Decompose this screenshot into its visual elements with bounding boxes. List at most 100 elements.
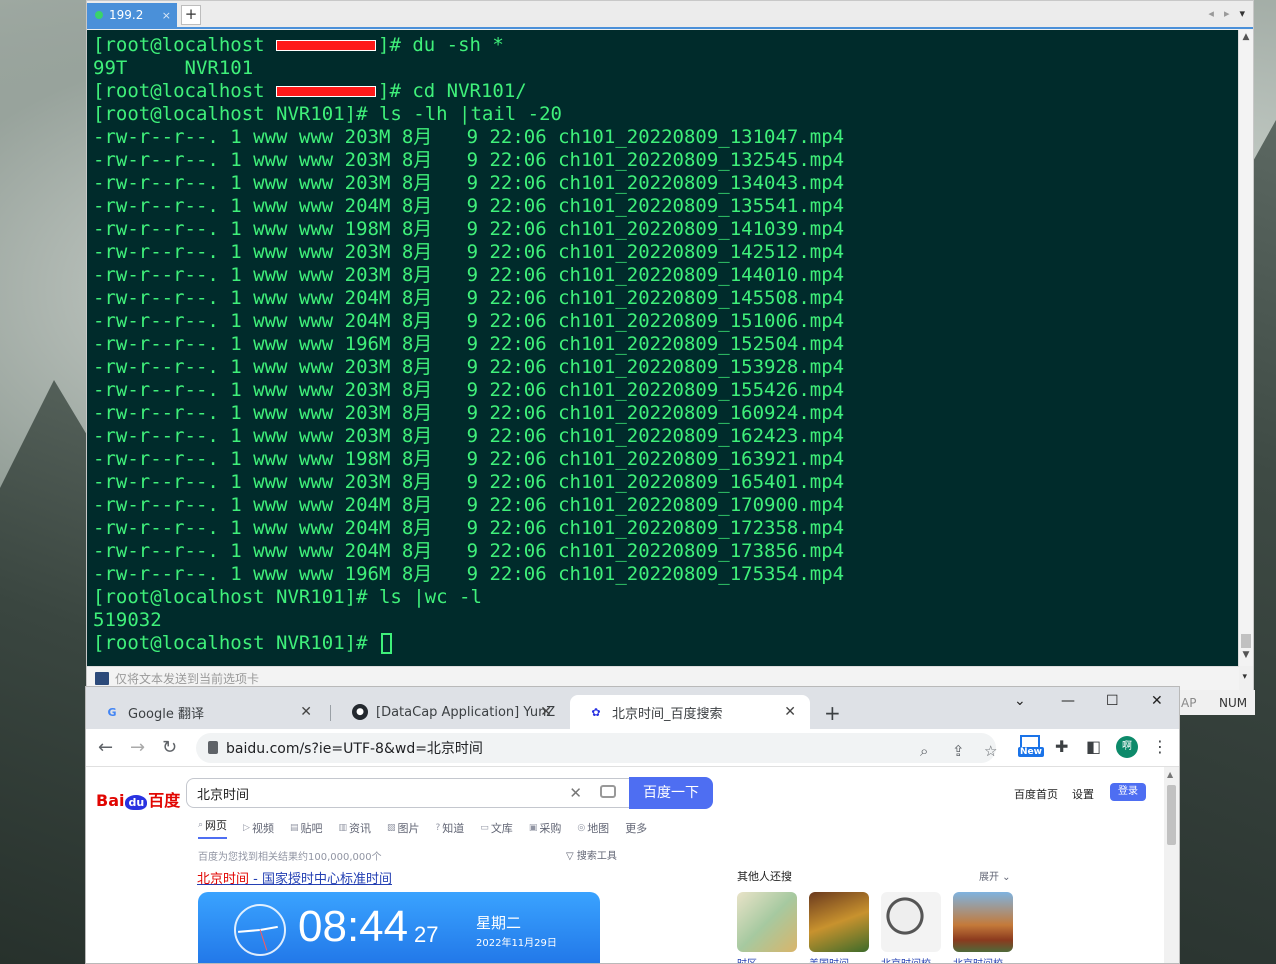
profile-avatar[interactable]: 啊 xyxy=(1116,736,1138,758)
address-bar[interactable]: baidu.com/s?ie=UTF-8&wd=北京时间 ⌕ ⇪ ☆ xyxy=(196,733,997,763)
tab-search-chevron-icon[interactable]: ⌄ xyxy=(1014,693,1026,709)
terminal-line: -rw-r--r--. 1 www www 203M 8月 9 22:06 ch… xyxy=(93,172,845,194)
reload-icon[interactable]: ↻ xyxy=(162,737,177,758)
settings-link[interactable]: 设置 xyxy=(1072,786,1094,802)
tab-datacap[interactable]: ● [DataCap Application] YunZhiY ✕ xyxy=(334,695,566,729)
expand-link[interactable]: 展开 ⌄ xyxy=(979,868,1011,883)
login-button[interactable]: 登录 xyxy=(1110,783,1146,801)
funnel-icon: ▽ xyxy=(566,851,577,862)
send-text-placeholder: 仅将文本发送到当前选项卡 xyxy=(115,672,260,686)
nav-item[interactable]: ▨ 图片 xyxy=(387,817,420,839)
nav-item-icon: ▭ xyxy=(480,823,489,833)
related-thumb-timezone-map[interactable] xyxy=(737,892,797,952)
tab-google-translate[interactable]: G Google 翻译 ✕ xyxy=(86,695,326,729)
related-caption[interactable]: 北京时间校 xyxy=(953,955,1017,963)
chrome-tab-strip: G Google 翻译 ✕ ● [DataCap Application] Yu… xyxy=(86,687,1179,729)
related-thumb-clock[interactable] xyxy=(881,892,941,952)
baidu-logo[interactable]: Bai du 百度 xyxy=(96,787,180,811)
caps-indicator: AP xyxy=(1181,696,1197,710)
tab-label: Google 翻译 xyxy=(128,706,204,722)
new-tab-button[interactable]: + xyxy=(824,701,841,725)
zoom-icon[interactable]: ⌕ xyxy=(920,742,928,760)
chrome-menu-icon[interactable]: ⋮ xyxy=(1152,737,1168,756)
tab-prev-icon[interactable]: ◂ xyxy=(1208,7,1214,20)
minimize-icon[interactable]: — xyxy=(1061,693,1075,709)
forward-icon[interactable]: → xyxy=(130,737,145,758)
nav-item[interactable]: ▥ 资讯 xyxy=(338,817,371,839)
scroll-up-icon[interactable]: ▲ xyxy=(1239,32,1253,46)
terminal-line: -rw-r--r--. 1 www www 196M 8月 9 22:06 ch… xyxy=(93,563,845,585)
add-tab-button[interactable]: + xyxy=(181,5,201,25)
beijing-time-card: 08:44 27 星期二 2022年11月29日 xyxy=(198,892,600,963)
tab-list-dropdown-icon[interactable]: ▾ xyxy=(1239,7,1245,20)
result-count: 百度为您找到相关结果约100,000,000个 xyxy=(198,852,382,863)
close-icon[interactable]: ✕ xyxy=(300,704,312,720)
baidu-search-input[interactable]: 北京时间 ✕ xyxy=(186,778,630,808)
nav-item-icon: ▨ xyxy=(387,823,396,833)
terminal-line: [root@localhost NVR101]# ls -lh |tail -2… xyxy=(93,103,562,125)
scroll-down-icon[interactable]: ▼ xyxy=(1239,650,1253,664)
chrome-toolbar: ← → ↻ baidu.com/s?ie=UTF-8&wd=北京时间 ⌕ ⇪ ☆… xyxy=(86,729,1179,767)
result-title-link[interactable]: 北京时间 - 国家授时中心标准时间 xyxy=(197,868,392,887)
nav-item[interactable]: ▣ 采购 xyxy=(529,817,562,839)
bookmark-star-icon[interactable]: ☆ xyxy=(984,742,997,760)
terminal-console[interactable]: [root@localhost ]# du -sh * 99T NVR101 [ro… xyxy=(87,30,1239,666)
terminal-prompt-icon xyxy=(95,672,109,685)
terminal-line: [root@localhost ]# cd NVR101/ xyxy=(93,80,527,102)
close-icon[interactable]: ✕ xyxy=(540,704,552,720)
terminal-line: -rw-r--r--. 1 www www 198M 8月 9 22:06 ch… xyxy=(93,218,845,240)
nav-item-icon: ? xyxy=(435,823,441,833)
camera-search-icon[interactable] xyxy=(600,785,616,798)
send-options-dropdown-icon[interactable]: ▾ xyxy=(1242,672,1247,682)
nav-item[interactable]: 更多 xyxy=(625,817,647,839)
close-icon[interactable]: ✕ xyxy=(784,704,796,720)
close-tab-icon[interactable]: × xyxy=(162,9,171,22)
lock-icon xyxy=(208,741,218,754)
scrollbar-thumb[interactable] xyxy=(1241,634,1251,648)
extensions-puzzle-icon[interactable]: ✚ xyxy=(1055,737,1068,756)
related-caption[interactable]: 时区 xyxy=(737,955,801,963)
terminal-scrollbar[interactable]: ▲ ▼ xyxy=(1238,30,1253,666)
google-translate-icon: G xyxy=(107,705,117,719)
redacted-hostname xyxy=(276,86,377,97)
terminal-line: [root@localhost NVR101]# xyxy=(93,632,1239,655)
baidu-search-button[interactable]: 百度一下 xyxy=(629,777,713,809)
tab-baidu-search[interactable]: ✿ 北京时间_百度搜索 ✕ xyxy=(570,695,810,729)
close-window-icon[interactable]: ✕ xyxy=(1151,693,1163,709)
nav-item[interactable]: ▭ 文库 xyxy=(480,817,513,839)
tab-label: 北京时间_百度搜索 xyxy=(612,706,723,722)
tab-label: [DataCap Application] YunZhiY xyxy=(376,704,556,720)
search-query-text: 北京时间 xyxy=(197,787,250,803)
nav-item-icon: ▤ xyxy=(289,823,299,833)
terminal-line: -rw-r--r--. 1 www www 204M 8月 9 22:06 ch… xyxy=(93,310,845,332)
related-thumb-us-time[interactable] xyxy=(809,892,869,952)
tab-next-icon[interactable]: ▸ xyxy=(1224,7,1230,20)
terminal-session-tab[interactable]: 199.2 × xyxy=(87,3,177,27)
page-scrollbar[interactable]: ▲ xyxy=(1164,767,1179,963)
related-thumb-palace[interactable] xyxy=(953,892,1013,952)
related-caption[interactable]: 美国时间 xyxy=(809,955,873,963)
scrollbar-thumb[interactable] xyxy=(1167,785,1176,845)
terminal-line: -rw-r--r--. 1 www www 203M 8月 9 22:06 ch… xyxy=(93,149,845,171)
search-tools-link[interactable]: ▽ 搜索工具 xyxy=(566,847,617,862)
share-icon[interactable]: ⇪ xyxy=(952,742,965,760)
terminal-line: [root@localhost NVR101]# ls |wc -l xyxy=(93,586,482,608)
nav-item[interactable]: ▷ 视频 xyxy=(243,817,274,839)
baidu-home-link[interactable]: 百度首页 xyxy=(1014,786,1058,802)
nav-item[interactable]: ▤ 贴吧 xyxy=(290,817,323,839)
related-caption[interactable]: 北京时间校 xyxy=(881,955,945,963)
nav-item[interactable]: ◎ 地图 xyxy=(577,817,609,839)
scroll-up-icon[interactable]: ▲ xyxy=(1167,770,1173,779)
new-extension-icon[interactable]: New xyxy=(1018,735,1044,757)
clear-search-icon[interactable]: ✕ xyxy=(569,784,582,802)
nav-item[interactable]: ? 知道 xyxy=(436,817,465,839)
back-icon[interactable]: ← xyxy=(98,737,113,758)
terminal-window: 199.2 × + ◂ ▸ ▾ [root@localhost ]# du -s… xyxy=(86,0,1255,715)
terminal-tab-bar: 199.2 × + ◂ ▸ ▾ xyxy=(87,1,1253,29)
terminal-line: -rw-r--r--. 1 www www 203M 8月 9 22:06 ch… xyxy=(93,241,845,263)
terminal-line: -rw-r--r--. 1 www www 204M 8月 9 22:06 ch… xyxy=(93,195,845,217)
side-panel-icon[interactable]: ◧ xyxy=(1086,737,1101,756)
nav-item[interactable]: ⌕ 网页 xyxy=(198,817,228,839)
related-searches-title: 其他人还搜 xyxy=(737,870,792,883)
maximize-icon[interactable]: ☐ xyxy=(1106,693,1119,709)
